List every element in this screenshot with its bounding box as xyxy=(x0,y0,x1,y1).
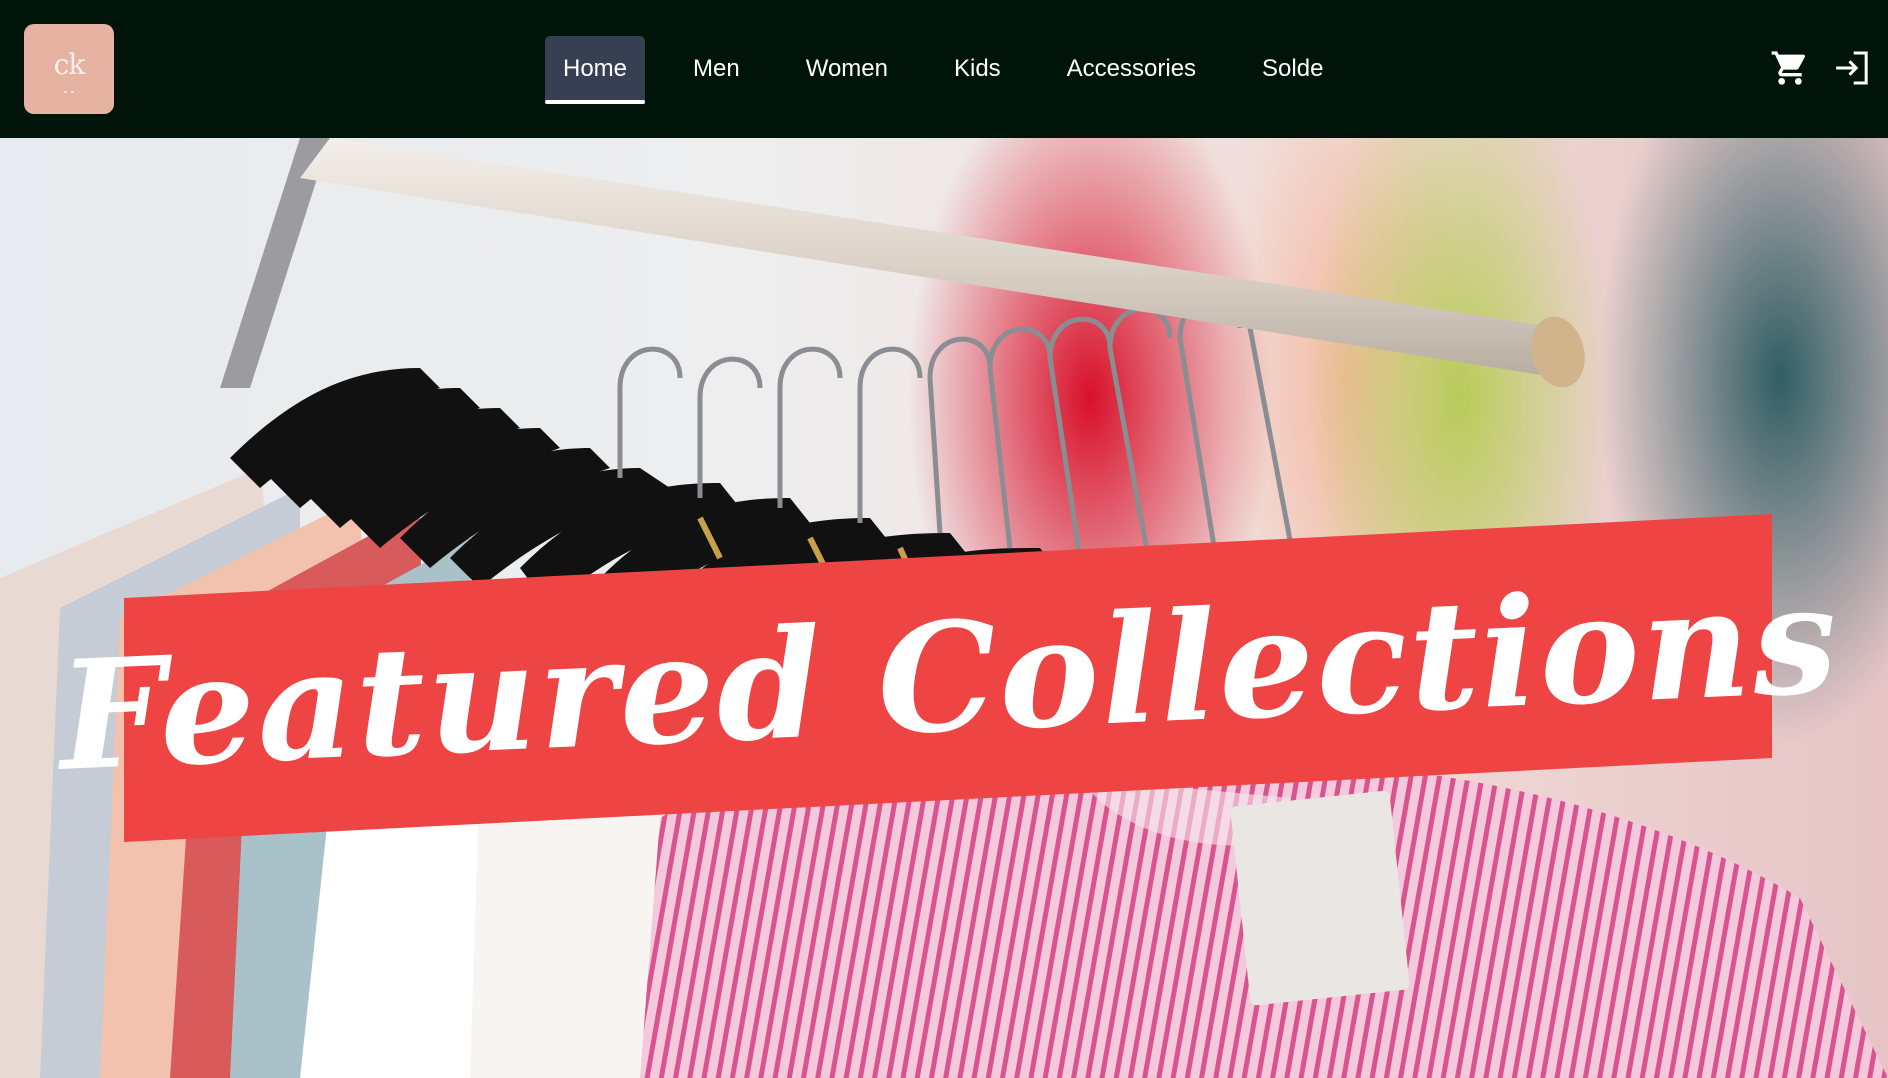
brand-logo[interactable]: ck xyxy=(24,24,114,114)
navbar: ck Home Men Women Kids Accessories Solde xyxy=(0,0,1888,138)
hero-section: Featured Collections xyxy=(0,138,1888,1078)
nav-item-accessories[interactable]: Accessories xyxy=(1049,36,1214,102)
login-button[interactable] xyxy=(1832,48,1872,88)
nav-item-women[interactable]: Women xyxy=(788,36,906,102)
nav-item-solde[interactable]: Solde xyxy=(1244,36,1341,102)
cart-button[interactable] xyxy=(1770,48,1810,88)
login-icon xyxy=(1836,51,1868,85)
logo-decoration xyxy=(62,91,76,93)
nav-item-kids[interactable]: Kids xyxy=(936,36,1019,102)
logo-text: ck xyxy=(53,48,86,81)
cart-icon xyxy=(1771,51,1806,85)
nav-item-men[interactable]: Men xyxy=(675,36,758,102)
hero-banner: Featured Collections xyxy=(56,514,1842,842)
main-navigation: Home Men Women Kids Accessories Solde xyxy=(545,36,1371,104)
nav-item-home[interactable]: Home xyxy=(545,36,646,104)
